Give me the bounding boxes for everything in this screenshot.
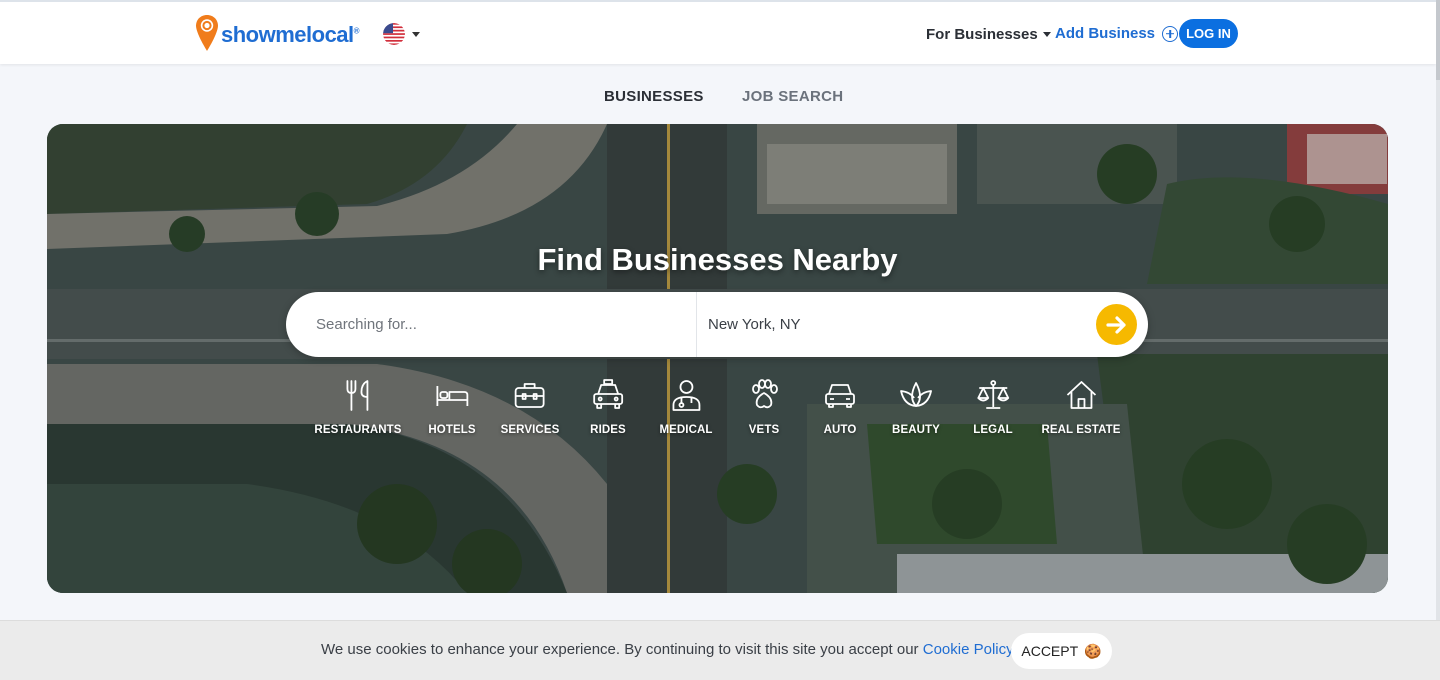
- login-button[interactable]: LOG IN: [1179, 19, 1238, 48]
- chevron-down-icon: [1042, 32, 1051, 37]
- top-header: showmelocal® For Businesses Add Business: [0, 0, 1436, 64]
- category-label: LEGAL: [973, 424, 1013, 436]
- category-label: RESTAURANTS: [314, 424, 402, 436]
- doctor-icon: [672, 380, 700, 411]
- category-label: MEDICAL: [659, 424, 713, 436]
- paw-icon: [752, 379, 778, 409]
- cookie-banner: We use cookies to enhance your experienc…: [0, 620, 1440, 680]
- category-rides[interactable]: RIDES: [590, 378, 626, 436]
- category-label: AUTO: [823, 424, 857, 436]
- lotus-icon: [900, 382, 932, 407]
- tab-job-search[interactable]: JOB SEARCH: [742, 88, 843, 105]
- arrow-right-icon: [1105, 315, 1126, 334]
- scales-icon: [977, 380, 1009, 409]
- country-selector[interactable]: [383, 23, 420, 45]
- for-businesses-menu[interactable]: For Businesses: [926, 26, 1051, 43]
- category-medical[interactable]: MEDICAL: [659, 378, 712, 436]
- search-submit-button[interactable]: [1096, 304, 1137, 345]
- category-label: HOTELS: [428, 424, 476, 436]
- aerial-city-background: [47, 124, 1388, 593]
- brand-logo[interactable]: showmelocal®: [195, 14, 360, 52]
- category-label: REAL ESTATE: [1041, 424, 1121, 436]
- search-input[interactable]: [316, 292, 691, 357]
- tab-businesses[interactable]: BUSINESSES: [604, 88, 704, 105]
- page-scrollbar[interactable]: [1436, 0, 1440, 620]
- chevron-down-icon: [412, 31, 420, 37]
- category-real-estate[interactable]: REAL ESTATE: [1041, 378, 1120, 436]
- cookie-icon: 🍪: [1084, 642, 1102, 659]
- category-auto[interactable]: AUTO: [823, 378, 857, 436]
- category-hotels[interactable]: HOTELS: [428, 378, 476, 436]
- location-input[interactable]: [708, 292, 1078, 357]
- search-divider: [696, 292, 697, 357]
- category-label: BEAUTY: [892, 424, 940, 436]
- category-beauty[interactable]: BEAUTY: [892, 378, 940, 436]
- car-icon: [825, 384, 855, 408]
- taxi-icon: [593, 379, 623, 409]
- category-vets[interactable]: VETS: [747, 378, 781, 436]
- house-icon: [1066, 381, 1096, 409]
- us-flag-icon: [383, 23, 405, 45]
- category-label: RIDES: [590, 424, 626, 436]
- for-businesses-label: For Businesses: [926, 26, 1038, 43]
- add-business-label: Add Business: [1055, 25, 1156, 42]
- search-bar: [286, 292, 1148, 357]
- brand-name: showmelocal®: [221, 22, 360, 47]
- category-legal[interactable]: LEGAL: [973, 378, 1013, 436]
- fork-knife-icon: [346, 380, 368, 411]
- category-label: VETS: [748, 424, 780, 436]
- location-pin-icon: [196, 15, 218, 51]
- category-shortcuts: RESTAURANTS HOTELS SERVICES RIDES MEDICA…: [47, 378, 1388, 448]
- category-restaurants[interactable]: RESTAURANTS: [314, 378, 401, 436]
- add-business-link[interactable]: Add Business: [1055, 25, 1179, 42]
- accept-label: ACCEPT: [1021, 643, 1079, 659]
- cookie-text: We use cookies to enhance your experienc…: [321, 641, 919, 658]
- cookie-policy-link[interactable]: Cookie Policy: [923, 641, 1014, 658]
- cookie-message: We use cookies to enhance your experienc…: [321, 641, 1014, 658]
- plus-circle-icon: [1162, 25, 1179, 42]
- scrollbar-thumb[interactable]: [1436, 0, 1440, 80]
- category-services[interactable]: SERVICES: [501, 378, 560, 436]
- toolbox-icon: [515, 383, 545, 408]
- accept-cookies-button[interactable]: ACCEPT 🍪: [1011, 633, 1112, 669]
- hero-banner: Find Businesses Nearby RESTAURANTS: [47, 124, 1388, 593]
- category-label: SERVICES: [500, 424, 560, 436]
- hero-title: Find Businesses Nearby: [537, 242, 898, 277]
- bed-icon: [436, 386, 468, 406]
